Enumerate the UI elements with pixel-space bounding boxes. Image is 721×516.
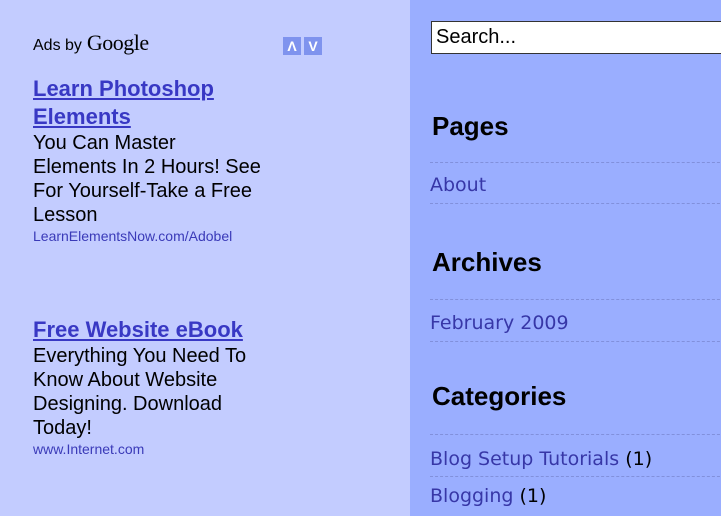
ad-body-line: Designing. Download <box>33 393 223 415</box>
ad-body-line: For Yourself-Take a Free <box>33 180 252 202</box>
divider <box>430 299 721 300</box>
search-input[interactable] <box>431 21 721 54</box>
ad-title-link[interactable]: Free Website eBook <box>33 316 353 344</box>
ad-body-line: Lesson <box>33 204 98 226</box>
category-link-blogging[interactable]: Blogging <box>430 485 513 507</box>
page-link-about[interactable]: About <box>430 173 721 197</box>
ad-item: Free Website eBook Everything You Need T… <box>33 316 353 458</box>
divider <box>430 476 721 477</box>
ad-url-link[interactable]: www.Internet.com <box>33 440 353 458</box>
pages-heading: Pages <box>432 111 509 141</box>
archive-link-february-2009[interactable]: February 2009 <box>430 311 721 335</box>
prev-ads-button[interactable]: Λ <box>283 37 301 55</box>
ad-title-line[interactable]: Free Website eBook <box>33 317 243 342</box>
divider <box>430 434 721 435</box>
next-ads-button[interactable]: V <box>304 37 322 55</box>
ads-header: Ads by Google <box>33 30 149 60</box>
ad-body-line: Today! <box>33 417 92 439</box>
ad-body-line: Elements In 2 Hours! See <box>33 156 261 178</box>
category-link-blog-setup-tutorials[interactable]: Blog Setup Tutorials <box>430 448 619 470</box>
ad-url-link[interactable]: LearnElementsNow.com/Adobel <box>33 227 353 245</box>
blog-sidebar: Pages About Archives February 2009 Categ… <box>410 0 721 516</box>
divider <box>430 341 721 342</box>
ad-body-line: Know About Website <box>33 369 218 391</box>
ad-body-line: You Can Master <box>33 132 176 154</box>
ad-nav-arrows: Λ V <box>283 37 322 55</box>
ad-item: Learn Photoshop Elements You Can Master … <box>33 75 353 245</box>
divider <box>430 162 721 163</box>
ad-description: Everything You Need To Know About Websit… <box>33 344 353 440</box>
ad-title-line[interactable]: Learn Photoshop <box>33 76 214 101</box>
ad-title-link[interactable]: Learn Photoshop Elements <box>33 75 353 131</box>
categories-heading: Categories <box>432 381 567 411</box>
ads-by-google-panel: Ads by Google Λ V Learn Photoshop Elemen… <box>0 0 410 516</box>
divider <box>430 203 721 204</box>
ad-title-line[interactable]: Elements <box>33 104 131 129</box>
google-logo[interactable]: Google <box>87 30 149 56</box>
archives-heading: Archives <box>432 247 542 277</box>
category-item: Blogging (1) <box>430 484 721 508</box>
category-count: (1) <box>519 485 547 507</box>
category-count: (1) <box>625 448 653 470</box>
ad-description: You Can Master Elements In 2 Hours! See … <box>33 131 353 227</box>
category-item: Blog Setup Tutorials (1) <box>430 447 721 471</box>
ad-body-line: Everything You Need To <box>33 345 247 367</box>
ads-by-label: Ads by <box>33 37 82 54</box>
